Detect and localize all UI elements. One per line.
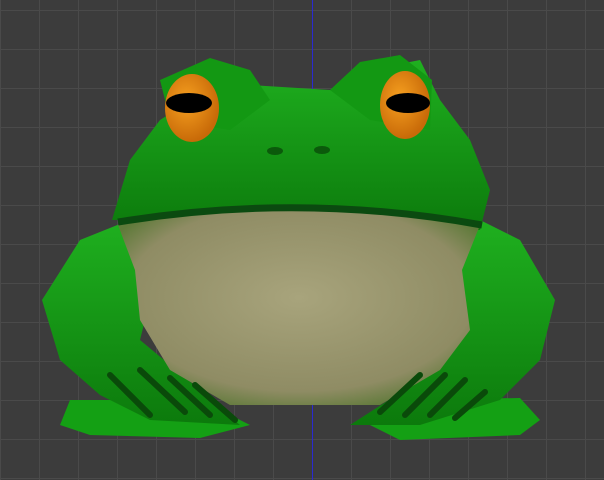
frog-model[interactable] (0, 0, 604, 480)
right-nostril (314, 146, 330, 154)
right-pupil (386, 93, 430, 113)
left-pupil (166, 93, 212, 113)
3d-viewport[interactable] (0, 0, 604, 480)
left-nostril (267, 147, 283, 155)
